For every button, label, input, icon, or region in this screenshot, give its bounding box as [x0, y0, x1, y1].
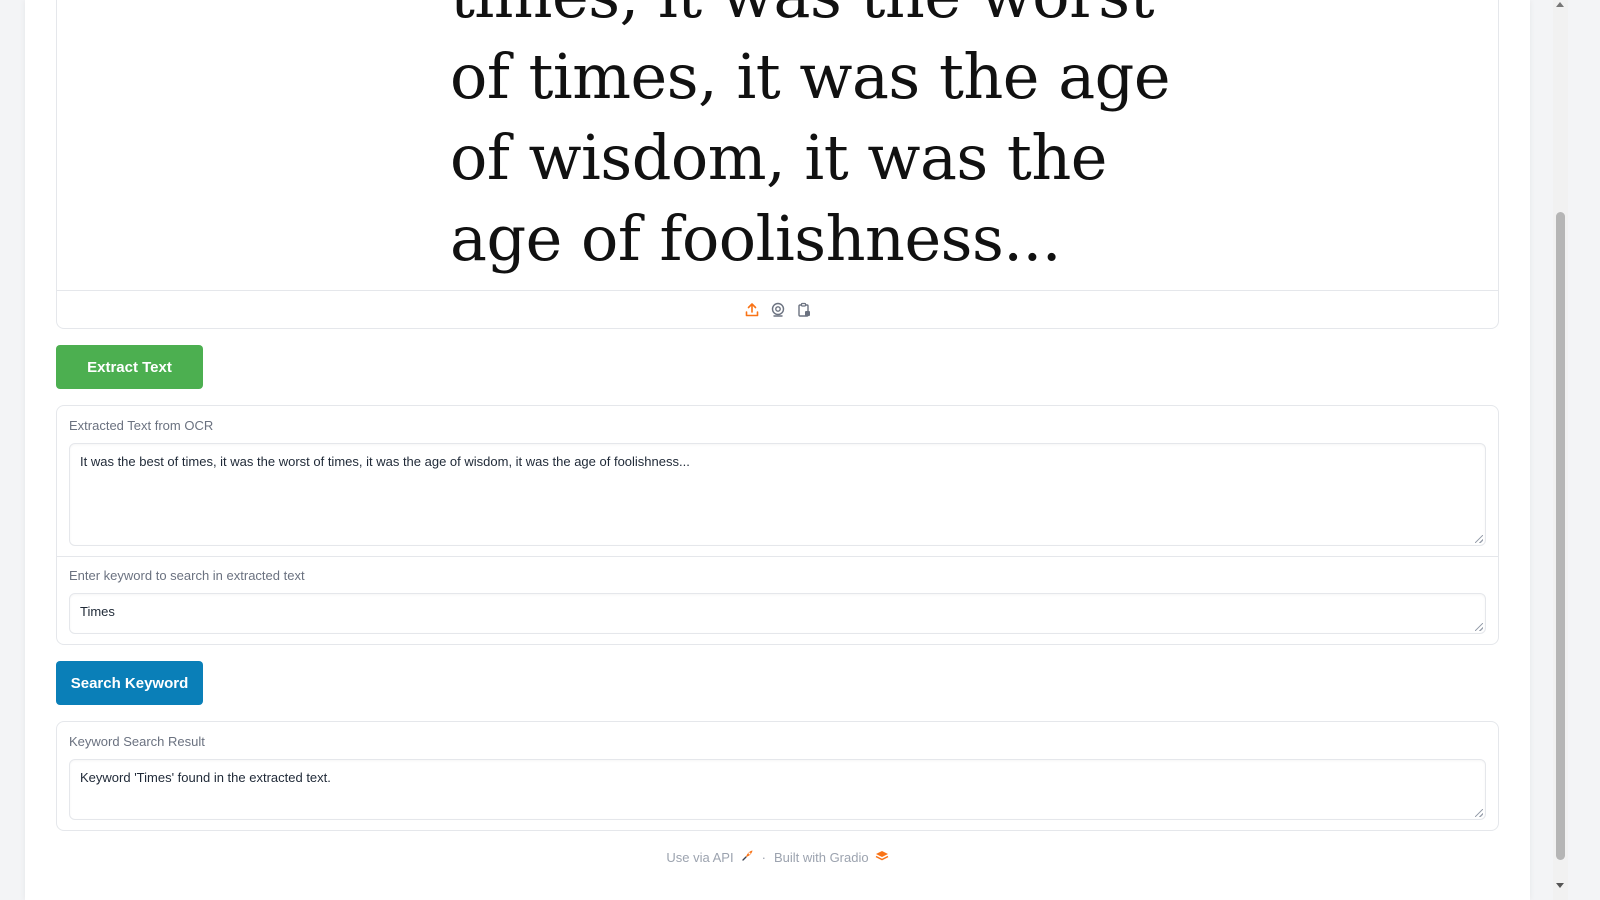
image-text-line: of times, it was the age — [450, 40, 1171, 113]
clipboard-icon[interactable] — [796, 302, 812, 318]
upload-icon[interactable] — [744, 302, 760, 318]
ocr-output-label: Extracted Text from OCR — [69, 418, 214, 433]
built-with-gradio-link[interactable]: Built with Gradio — [774, 850, 889, 865]
resize-handle-icon[interactable] — [1475, 535, 1483, 543]
uploaded-image: times, it was the worst of times, it was… — [57, 0, 1498, 290]
use-via-api-label: Use via API — [666, 850, 734, 865]
scroll-up-icon[interactable] — [1556, 2, 1564, 7]
search-keyword-button[interactable]: Search Keyword — [56, 661, 203, 705]
keyword-input[interactable]: Times — [69, 593, 1486, 634]
image-text-line: age of foolishness... — [450, 202, 1061, 275]
scroll-down-icon[interactable] — [1556, 883, 1564, 888]
image-source-toolbar — [57, 290, 1498, 328]
ocr-output-value: It was the best of times, it was the wor… — [80, 454, 690, 469]
keyword-result-panel: Keyword Search Result Keyword 'Times' fo… — [56, 721, 1499, 831]
image-text: times, it was the worst of times, it was… — [450, 0, 1171, 279]
resize-handle-icon[interactable] — [1475, 809, 1483, 817]
keyword-input-label: Enter keyword to search in extracted tex… — [69, 568, 305, 583]
result-value: Keyword 'Times' found in the extracted t… — [80, 770, 331, 785]
webcam-icon[interactable] — [770, 302, 786, 318]
extract-text-button[interactable]: Extract Text — [56, 345, 203, 389]
rocket-icon — [740, 849, 754, 866]
result-textarea[interactable]: Keyword 'Times' found in the extracted t… — [69, 759, 1486, 820]
page-scrollbar[interactable] — [1553, 0, 1568, 900]
image-input-panel[interactable]: times, it was the worst of times, it was… — [56, 0, 1499, 329]
image-text-line: times, it was the worst — [450, 0, 1154, 36]
keyword-input-value: Times — [80, 604, 115, 619]
divider — [57, 556, 1498, 557]
ocr-output-textarea[interactable]: It was the best of times, it was the wor… — [69, 443, 1486, 546]
built-with-gradio-label: Built with Gradio — [773, 850, 869, 865]
footer: Use via API · Built with Gradio — [25, 849, 1530, 866]
app-container: times, it was the worst of times, it was… — [25, 0, 1530, 900]
scrollbar-thumb[interactable] — [1556, 212, 1565, 860]
footer-separator: · — [761, 850, 766, 865]
use-via-api-link[interactable]: Use via API — [666, 849, 753, 866]
gradio-logo-icon — [875, 850, 889, 865]
result-label: Keyword Search Result — [69, 734, 205, 749]
image-text-line: of wisdom, it was the — [450, 121, 1107, 194]
window-edge — [1568, 0, 1600, 900]
resize-handle-icon[interactable] — [1475, 623, 1483, 631]
ocr-keyword-group: Extracted Text from OCR It was the best … — [56, 405, 1499, 645]
